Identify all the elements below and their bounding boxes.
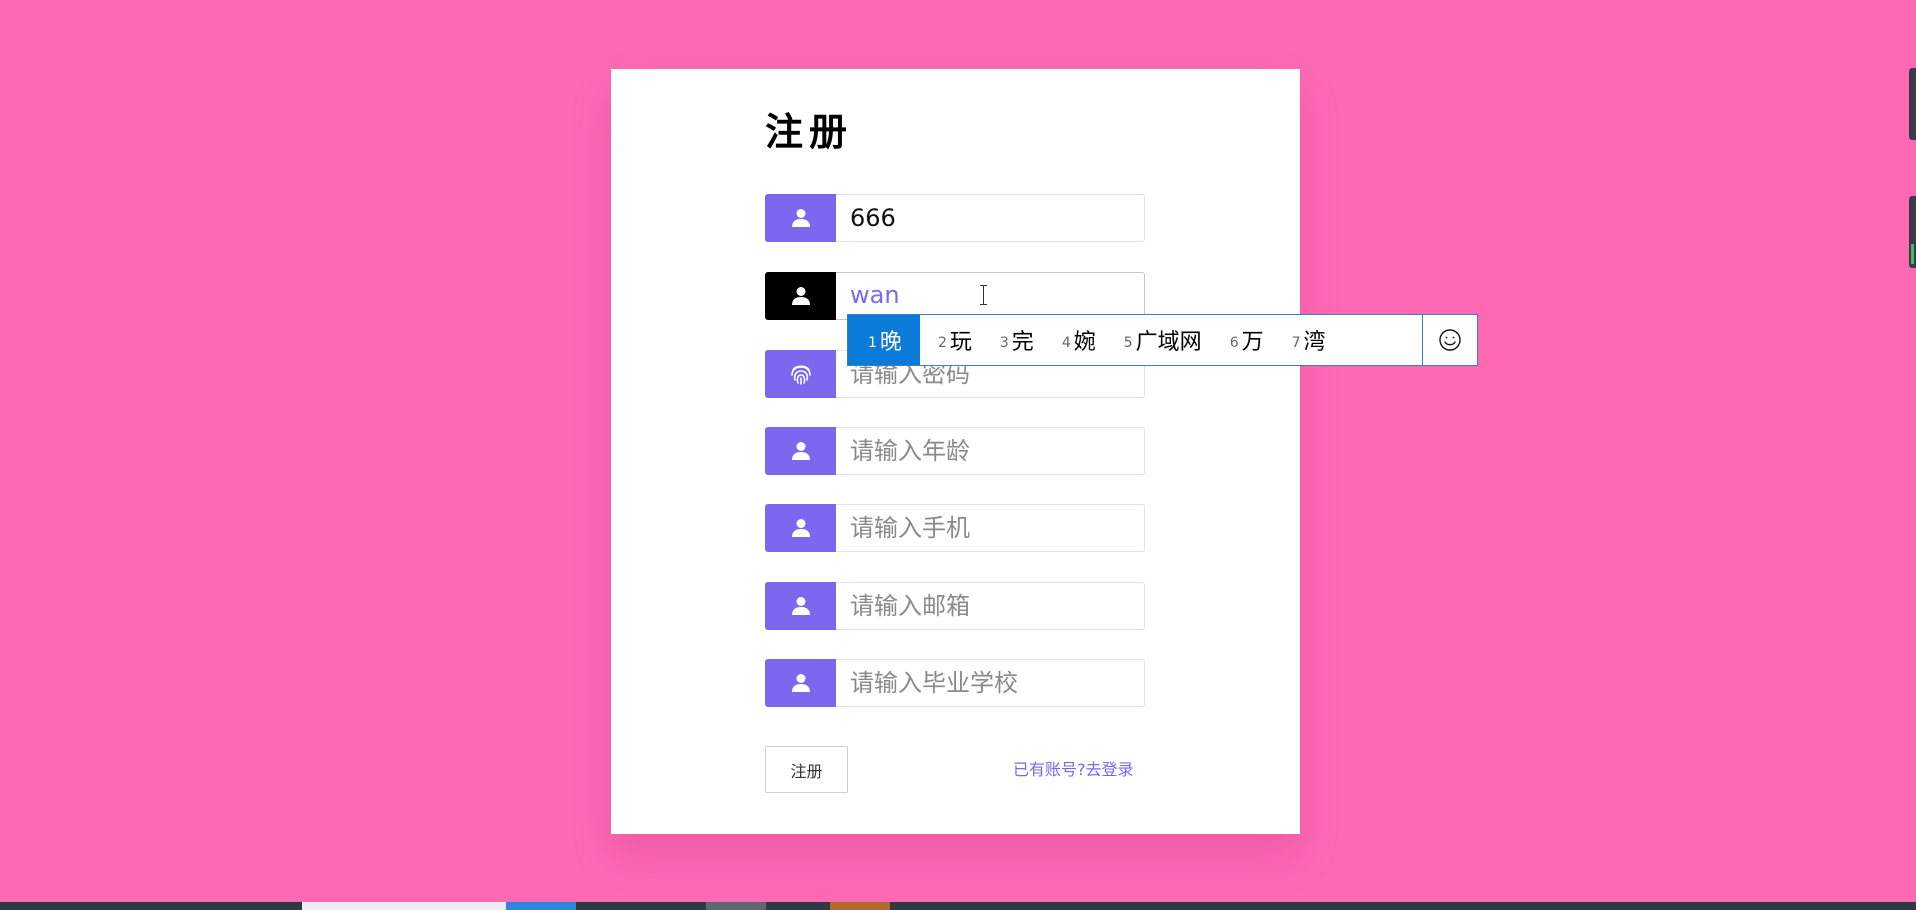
age-input[interactable]: 请输入年龄 xyxy=(836,427,1145,475)
user-icon xyxy=(765,194,836,242)
taskbar-item[interactable] xyxy=(830,902,890,910)
ime-candidate-text: 万 xyxy=(1241,330,1264,355)
smiley-icon[interactable] xyxy=(1422,315,1477,365)
register-button[interactable]: 注册 xyxy=(765,746,848,793)
scrollbar-marker[interactable] xyxy=(1909,68,1916,140)
email-input[interactable]: 请输入邮箱 xyxy=(836,582,1145,630)
ime-candidate-text: 广域网 xyxy=(1135,330,1202,355)
user-icon xyxy=(765,427,836,475)
field-row-4: 请输入年龄 xyxy=(765,427,1146,475)
user-icon xyxy=(765,659,836,707)
composition-text: wan xyxy=(850,273,900,318)
ime-candidate-4[interactable]: 4 婉 xyxy=(1044,315,1106,365)
user-icon xyxy=(765,582,836,630)
page-title: 注册 xyxy=(765,110,854,154)
scrollbar-marker[interactable] xyxy=(1909,196,1916,268)
ime-spacer xyxy=(1336,315,1422,365)
ime-candidate-number: 4 xyxy=(1061,335,1071,351)
scroll-level-indicator xyxy=(1911,244,1914,264)
field-row-5: 请输入手机 xyxy=(765,504,1146,552)
taskbar xyxy=(0,902,1916,910)
field-row-2: wan xyxy=(765,272,1146,320)
fingerprint-icon xyxy=(765,350,836,398)
username-input[interactable]: 666 xyxy=(836,194,1145,242)
field-row-6: 请输入邮箱 xyxy=(765,582,1146,630)
ime-candidate-5[interactable]: 5 广域网 xyxy=(1106,315,1212,365)
ime-candidate-6[interactable]: 6 万 xyxy=(1212,315,1274,365)
ime-candidate-text: 婉 xyxy=(1073,330,1096,355)
taskbar-item[interactable] xyxy=(302,902,506,910)
field-row-1: 666 xyxy=(765,194,1146,242)
ime-candidate-number: 3 xyxy=(999,335,1009,351)
email-placeholder: 请输入邮箱 xyxy=(850,592,970,620)
ime-candidate-text: 湾 xyxy=(1303,330,1326,355)
ime-candidate-number: 7 xyxy=(1291,335,1301,351)
text-cursor-icon xyxy=(980,285,987,305)
nickname-input[interactable]: wan xyxy=(836,272,1145,320)
ime-candidate-2[interactable]: 2 玩 xyxy=(920,315,982,365)
ime-candidate-text: 晚 xyxy=(879,330,902,355)
ime-candidate-3[interactable]: 3 完 xyxy=(982,315,1044,365)
ime-candidate-number: 6 xyxy=(1229,335,1239,351)
login-link[interactable]: 已有账号?去登录 xyxy=(1013,758,1134,782)
taskbar-item[interactable] xyxy=(506,902,576,910)
school-input[interactable]: 请输入毕业学校 xyxy=(836,659,1145,707)
age-placeholder: 请输入年龄 xyxy=(850,437,970,465)
ime-candidate-number: 2 xyxy=(937,335,947,351)
user-icon xyxy=(765,272,836,320)
ime-candidate-text: 玩 xyxy=(949,330,972,355)
field-row-7: 请输入毕业学校 xyxy=(765,659,1146,707)
ime-candidate-window: 1 晚 2 玩 3 完 4 婉 5 广域网 6 万 7 湾 xyxy=(847,314,1478,366)
school-placeholder: 请输入毕业学校 xyxy=(850,669,1018,697)
username-value: 666 xyxy=(850,204,896,232)
ime-candidate-1[interactable]: 1 晚 xyxy=(848,315,920,365)
taskbar-item[interactable] xyxy=(706,902,766,910)
ime-candidate-number: 1 xyxy=(868,335,877,351)
phone-placeholder: 请输入手机 xyxy=(850,514,970,542)
ime-candidate-text: 完 xyxy=(1011,330,1034,355)
phone-input[interactable]: 请输入手机 xyxy=(836,504,1145,552)
ime-candidate-number: 5 xyxy=(1123,335,1133,351)
ime-candidate-7[interactable]: 7 湾 xyxy=(1274,315,1336,365)
user-icon xyxy=(765,504,836,552)
